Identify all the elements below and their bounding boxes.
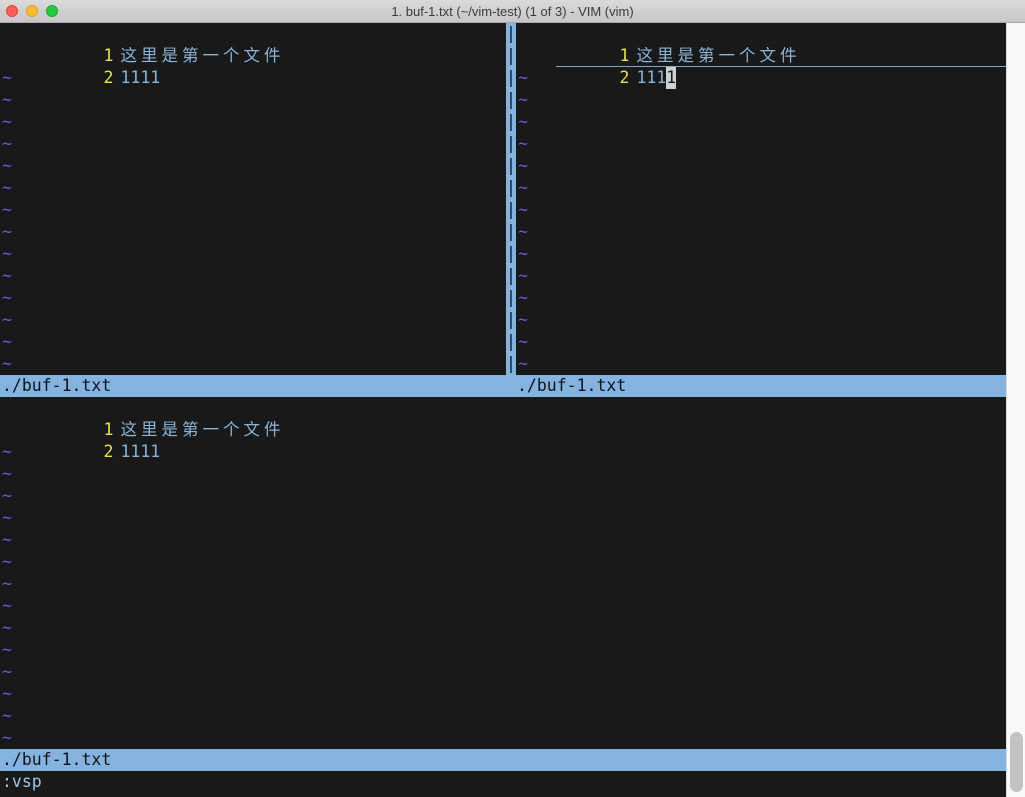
line-text: 这里是第一个文件: [120, 46, 284, 65]
cursorline-underline: [556, 66, 1006, 67]
separator-glyph: |: [506, 243, 516, 265]
tilde-row: ~: [0, 529, 1006, 551]
tilde-row: ~: [516, 221, 1006, 243]
tilde-row: ~: [0, 221, 506, 243]
status-filename-right: ./buf-1.txt: [517, 375, 626, 397]
tilde-row: ~: [516, 177, 1006, 199]
separator-glyph: |: [506, 265, 516, 287]
separator-glyph: |: [506, 111, 516, 133]
tilde-row: ~: [0, 287, 506, 309]
tilde-row: ~: [0, 111, 506, 133]
tilde-row: ~: [516, 265, 1006, 287]
tilde-row: ~: [0, 89, 506, 111]
tilde-row: ~: [0, 617, 1006, 639]
tilde-row: ~: [0, 639, 1006, 661]
tilde-row: ~: [0, 331, 506, 353]
separator-glyph: |: [506, 133, 516, 155]
separator-glyph: |: [506, 67, 516, 89]
scrollbar[interactable]: [1006, 23, 1025, 797]
tilde-row: ~: [0, 661, 1006, 683]
tilde-row: ~: [516, 309, 1006, 331]
line-number: 2: [79, 67, 113, 89]
tilde-row: ~: [0, 551, 1006, 573]
tilde-row: ~: [0, 507, 1006, 529]
tilde-row: ~: [0, 133, 506, 155]
line-number: 1: [595, 45, 629, 67]
status-filename-left: ./buf-1.txt: [2, 375, 111, 397]
separator-glyph: |: [506, 89, 516, 111]
pane-top-left[interactable]: 1这里是第一个文件 21111 ~~~~~~~~~~~~~~: [0, 23, 506, 375]
tilde-row: ~: [0, 705, 1006, 727]
tilde-row: ~: [516, 111, 1006, 133]
line-text: 这里是第一个文件: [636, 46, 800, 65]
tilde-row: ~: [0, 573, 1006, 595]
vertical-split-separator[interactable]: ||||||||||||||||: [506, 23, 516, 375]
line-text: 这里是第一个文件: [120, 420, 284, 439]
line-text: 1111: [120, 442, 160, 461]
vim-editor: 1这里是第一个文件 21111 ~~~~~~~~~~~~~~ |||||||||…: [0, 23, 1006, 797]
separator-glyph: |: [506, 331, 516, 353]
tilde-row: ~: [0, 485, 1006, 507]
tilde-row: ~: [0, 353, 506, 375]
separator-glyph: |: [506, 155, 516, 177]
separator-glyph: |: [506, 221, 516, 243]
separator-glyph: |: [506, 177, 516, 199]
pane-bottom[interactable]: 1这里是第一个文件 21111 ~~~~~~~~~~~~~~: [0, 397, 1006, 749]
separator-glyph: |: [506, 45, 516, 67]
titlebar[interactable]: 1. buf-1.txt (~/vim-test) (1 of 3) - VIM…: [0, 0, 1025, 23]
tilde-row: ~: [0, 683, 1006, 705]
statusline-top[interactable]: ./buf-1.txt ./buf-1.txt: [0, 375, 1006, 397]
window-title: 1. buf-1.txt (~/vim-test) (1 of 3) - VIM…: [0, 0, 1025, 23]
tilde-row: ~: [516, 353, 1006, 375]
tilde-row: ~: [0, 243, 506, 265]
tilde-row: ~: [516, 155, 1006, 177]
line-number: 2: [79, 441, 113, 463]
tilde-row: ~: [516, 331, 1006, 353]
tilde-row: ~: [516, 199, 1006, 221]
status-filename: ./buf-1.txt: [2, 749, 111, 771]
line-number: 2: [595, 67, 629, 89]
tilde-row: ~: [0, 177, 506, 199]
tilde-row: ~: [0, 595, 1006, 617]
line-number: 1: [79, 419, 113, 441]
tilde-column: ~~~~~~~~~~~~~~: [0, 441, 1006, 749]
tilde-row: ~: [516, 133, 1006, 155]
scrollbar-thumb[interactable]: [1010, 732, 1023, 792]
tilde-row: ~: [0, 199, 506, 221]
line-text: 1111: [120, 68, 160, 87]
tilde-row: ~: [0, 155, 506, 177]
tilde-row: ~: [516, 89, 1006, 111]
separator-glyph: |: [506, 199, 516, 221]
tilde-column: ~~~~~~~~~~~~~~: [516, 67, 1006, 375]
buffer-line: 1这里是第一个文件: [0, 23, 506, 45]
command-line[interactable]: :vsp: [2, 771, 42, 797]
separator-glyph: |: [506, 23, 516, 45]
line-text: 111: [636, 68, 666, 87]
tilde-row: ~: [0, 463, 1006, 485]
buffer-line: 1这里是第一个文件: [0, 397, 1006, 419]
pane-top-right[interactable]: 1这里是第一个文件 21111 ~~~~~~~~~~~~~~: [516, 23, 1006, 375]
tilde-row: ~: [516, 287, 1006, 309]
line-number: 1: [79, 45, 113, 67]
separator-glyph: |: [506, 353, 516, 375]
statusline-bottom[interactable]: ./buf-1.txt: [0, 749, 1006, 771]
tilde-row: ~: [0, 727, 1006, 749]
tilde-row: ~: [0, 265, 506, 287]
buffer-line: 1这里是第一个文件: [516, 23, 1006, 45]
vim-cursor: 1: [666, 67, 676, 89]
separator-glyph: |: [506, 287, 516, 309]
tilde-column: ~~~~~~~~~~~~~~: [0, 67, 506, 375]
macvim-window: 1. buf-1.txt (~/vim-test) (1 of 3) - VIM…: [0, 0, 1025, 797]
tilde-row: ~: [516, 243, 1006, 265]
separator-glyph: |: [506, 309, 516, 331]
tilde-row: ~: [0, 309, 506, 331]
